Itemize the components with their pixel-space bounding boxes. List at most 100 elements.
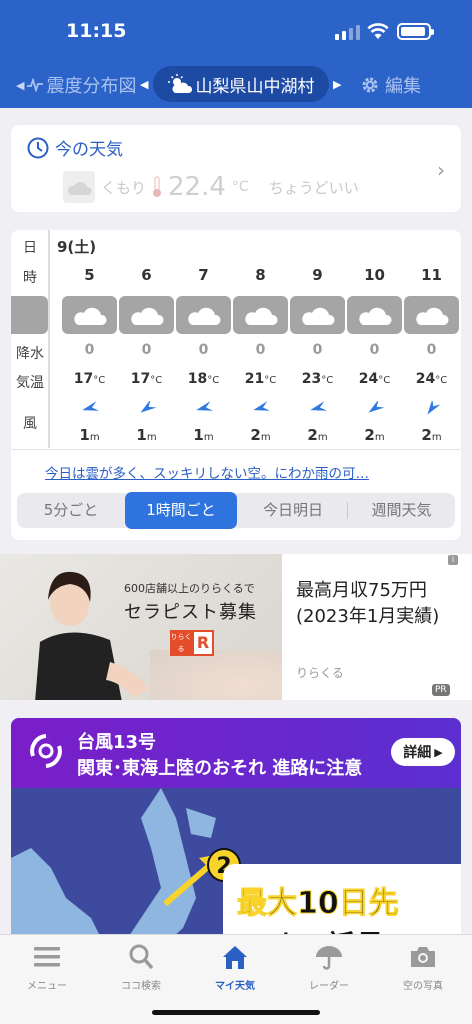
menu-icon	[34, 947, 60, 967]
weather-cell	[175, 296, 232, 334]
precip-cell: 0	[84, 342, 95, 358]
temp-cell: 21°C	[232, 371, 289, 387]
ad-logo-text: りらくる	[170, 630, 192, 656]
cloud-icon	[176, 296, 231, 334]
tab-my-weather[interactable]: マイ天気	[188, 943, 282, 992]
ad-banner[interactable]: 600店舗以上のりらくるで セラピスト募集 りらくる R 最高月収75万円 (2…	[0, 554, 472, 700]
temp-value: 24	[415, 371, 436, 387]
tab-today-tomorrow[interactable]: 今日明日	[239, 493, 347, 528]
tab-radar-label: レーダー	[309, 981, 349, 992]
next-location-icon[interactable]: ▶	[333, 78, 341, 91]
wind-arrow-icon	[403, 398, 460, 416]
ad-source: りらくる	[296, 666, 344, 680]
ad-info-icon[interactable]: i	[448, 555, 458, 565]
cloud-icon	[404, 296, 459, 334]
wifi-icon	[367, 23, 389, 39]
precip-cell: 0	[312, 342, 323, 358]
tab-menu[interactable]: メニュー	[0, 943, 94, 992]
tab-radar[interactable]: レーダー	[282, 943, 376, 992]
wind-speed-value: 1	[136, 426, 147, 444]
row-label-wind: 風	[23, 416, 37, 432]
typhoon-card[interactable]: 2 最大10日先 まで話長 台風13号 関東･東海上陸のおそれ 進路に注意 詳細…	[11, 718, 461, 948]
wind-speed-value: 2	[250, 426, 261, 444]
sun-cloud-icon	[167, 74, 192, 93]
promo-text-1: 最大10日先	[237, 886, 400, 922]
seismic-map-label: 震度分布図	[46, 76, 137, 97]
temp-cell: 24°C	[403, 371, 460, 387]
tab-my-weather-label: マイ天気	[215, 981, 255, 992]
typhoon-detail-button[interactable]: 詳細 ▶	[391, 738, 455, 766]
ad-image-text-1: 600店舗以上のりらくるで	[124, 582, 255, 595]
hour-cell: 8	[255, 266, 266, 284]
weather-cell	[118, 296, 175, 334]
camera-icon	[411, 947, 435, 967]
wind-unit: m	[203, 432, 214, 443]
precip-cell: 0	[255, 342, 266, 358]
wind-arrow-icon	[61, 400, 118, 416]
umbrella-icon	[316, 946, 342, 970]
status-time: 11:15	[66, 20, 127, 42]
wind-unit: m	[374, 432, 385, 443]
edit-label: 編集	[385, 76, 421, 97]
current-weather-title: 今の天気	[27, 135, 123, 160]
wind-speed-value: 1	[193, 426, 204, 444]
hourly-forecast-card: 日 時 天気 降水 気温 風 9(土) 5 6 7 8 9 10 11 0 0 …	[11, 230, 461, 540]
location-name: 山梨県山中湖村	[195, 76, 315, 97]
temp-cell: 17°C	[61, 371, 118, 387]
chevron-left-icon: ◀	[16, 78, 25, 92]
hour-cell: 5	[84, 266, 95, 284]
current-title-text: 今の天気	[55, 140, 123, 160]
wind-arrow-icon	[232, 400, 289, 416]
tab-sky-photo[interactable]: 空の写真	[376, 943, 470, 992]
wind-speed-value: 2	[307, 426, 318, 444]
seismic-map-link[interactable]: ◀ 震度分布図	[8, 72, 136, 98]
temp-unit: °C	[321, 375, 334, 386]
hour-cell: 7	[198, 266, 209, 284]
current-condition: くもり	[101, 178, 147, 197]
current-weather-row: くもり 22.4 °C ちょうどいい	[63, 171, 359, 203]
tab-hourly[interactable]: 1時間ごと	[125, 492, 237, 529]
tab-5min[interactable]: 5分ごと	[17, 493, 125, 528]
tab-search[interactable]: ココ検索	[94, 943, 188, 992]
wind-speed-cell: 1m	[175, 426, 232, 444]
ad-headline-line2: (2023年1月実績)	[296, 606, 440, 627]
edit-button[interactable]: 編集	[360, 72, 421, 98]
wind-speed-value: 2	[421, 426, 432, 444]
precip-cell: 0	[369, 342, 380, 358]
cloud-icon	[63, 171, 95, 203]
location-selector[interactable]: 山梨県山中湖村	[153, 66, 329, 102]
precip-cell: 0	[198, 342, 209, 358]
hour-cell: 10	[364, 266, 385, 284]
tab-sky-photo-label: 空の写真	[403, 981, 443, 992]
typhoon-map: 2 最大10日先 まで話長	[11, 788, 461, 948]
temp-value: 17	[130, 371, 151, 387]
play-icon: ▶	[434, 745, 443, 759]
temp-cell: 17°C	[118, 371, 175, 387]
tab-weekly[interactable]: 週間天気	[348, 493, 455, 528]
tab-menu-label: メニュー	[27, 981, 67, 992]
ad-pr-badge: PR	[432, 684, 450, 696]
home-indicator	[152, 1010, 320, 1015]
row-label-precip: 降水	[16, 346, 44, 362]
wind-unit: m	[260, 432, 271, 443]
wind-arrow-icon	[289, 400, 346, 416]
temp-value: 21	[244, 371, 265, 387]
chevron-right-icon[interactable]: ›	[437, 158, 445, 182]
previous-hour-weather-tile	[11, 296, 48, 334]
prev-location-icon[interactable]: ◀	[140, 78, 148, 91]
ad-headline: 最高月収75万円 (2023年1月実績)	[296, 578, 439, 630]
hour-cell: 11	[421, 266, 442, 284]
cloud-icon	[62, 296, 117, 334]
cloud-icon	[233, 296, 288, 334]
signal-icon	[335, 25, 360, 40]
weather-cell	[232, 296, 289, 334]
wind-speed-value: 2	[364, 426, 375, 444]
temp-unit: °C	[150, 375, 163, 386]
forecast-interval-tabs: 5分ごと 1時間ごと 今日明日 週間天気	[17, 492, 455, 529]
wind-arrow-icon	[118, 399, 175, 416]
current-weather-card[interactable]: 今の天気 くもり 22.4 °C ちょうどいい	[11, 125, 461, 212]
forecast-summary-link[interactable]: 今日は雲が多く、スッキリしない空。にわか雨の可…	[45, 462, 369, 482]
current-feel: ちょうどいい	[268, 178, 359, 197]
current-temperature: 22.4	[168, 172, 226, 202]
row-label-day: 日	[23, 240, 37, 256]
